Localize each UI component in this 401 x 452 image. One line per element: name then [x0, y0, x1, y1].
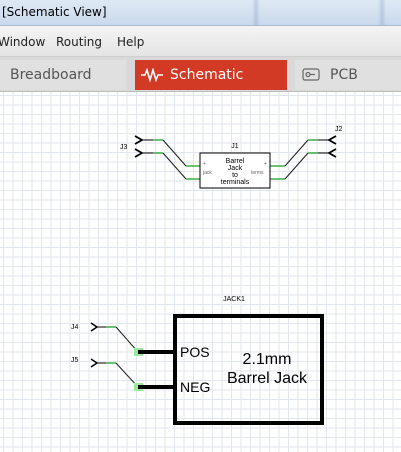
jack1-title-line-2: Barrel Jack	[227, 370, 308, 387]
tab-pcb-label: PCB	[330, 67, 358, 83]
component-jack1[interactable]: JACK1 POS NEG 2.1mm Barrel Jack	[134, 296, 324, 425]
tab-breadboard[interactable]: Breadboard	[0, 60, 126, 90]
pcb-icon	[302, 68, 320, 81]
tab-schematic-label: Schematic	[170, 67, 244, 83]
jack1-label: JACK1	[223, 296, 245, 303]
title-bar-glare	[378, 0, 386, 26]
title-bar: [Schematic View]	[0, 0, 401, 26]
j1-pin-jack: jack	[202, 170, 212, 176]
tab-breadboard-label: Breadboard	[10, 67, 92, 83]
j1-body-line-1: Barrel	[226, 158, 245, 165]
j1-plus-right: +	[264, 161, 267, 167]
j4-label: J4	[71, 324, 79, 331]
j1-label: J1	[231, 143, 239, 150]
j1-plus-left: +	[203, 161, 206, 167]
j3-label: J3	[120, 144, 128, 151]
j5-label: J5	[71, 357, 79, 364]
j1-body-line-4: terminals	[221, 179, 250, 186]
resistor-icon	[141, 68, 163, 82]
menu-window[interactable]: Window	[0, 35, 45, 49]
jack1-pin-neg: NEG	[180, 379, 210, 395]
module-j1[interactable]: J1 Barrel Jack to terminals + jack + ter…	[186, 143, 285, 189]
connector-j3[interactable]: J3	[120, 135, 187, 180]
tab-schematic[interactable]: Schematic	[135, 60, 287, 90]
menu-help[interactable]: Help	[117, 35, 144, 49]
j2-label: J2	[335, 126, 343, 133]
view-tab-bar: Breadboard Schematic PCB	[0, 57, 401, 92]
j1-body-line-3: to	[232, 172, 238, 179]
connector-j5[interactable]: J5	[71, 357, 139, 388]
jack1-pin-pos: POS	[180, 344, 210, 360]
title-bar-glare	[252, 0, 260, 26]
schematic-canvas[interactable]: J3 J1 Barrel Jack to terminals + jack +	[0, 92, 401, 452]
j1-pin-terms: terms	[251, 170, 264, 176]
menu-routing[interactable]: Routing	[56, 35, 102, 49]
menu-bar: Window Routing Help	[0, 26, 401, 57]
connector-j4[interactable]: J4	[71, 322, 139, 353]
window-title: [Schematic View]	[2, 5, 107, 19]
jack1-title-line-1: 2.1mm	[243, 351, 292, 368]
tab-pcb[interactable]: PCB	[295, 60, 401, 90]
j1-body-line-2: Jack	[228, 165, 243, 172]
connector-j2[interactable]: J2	[284, 126, 343, 180]
